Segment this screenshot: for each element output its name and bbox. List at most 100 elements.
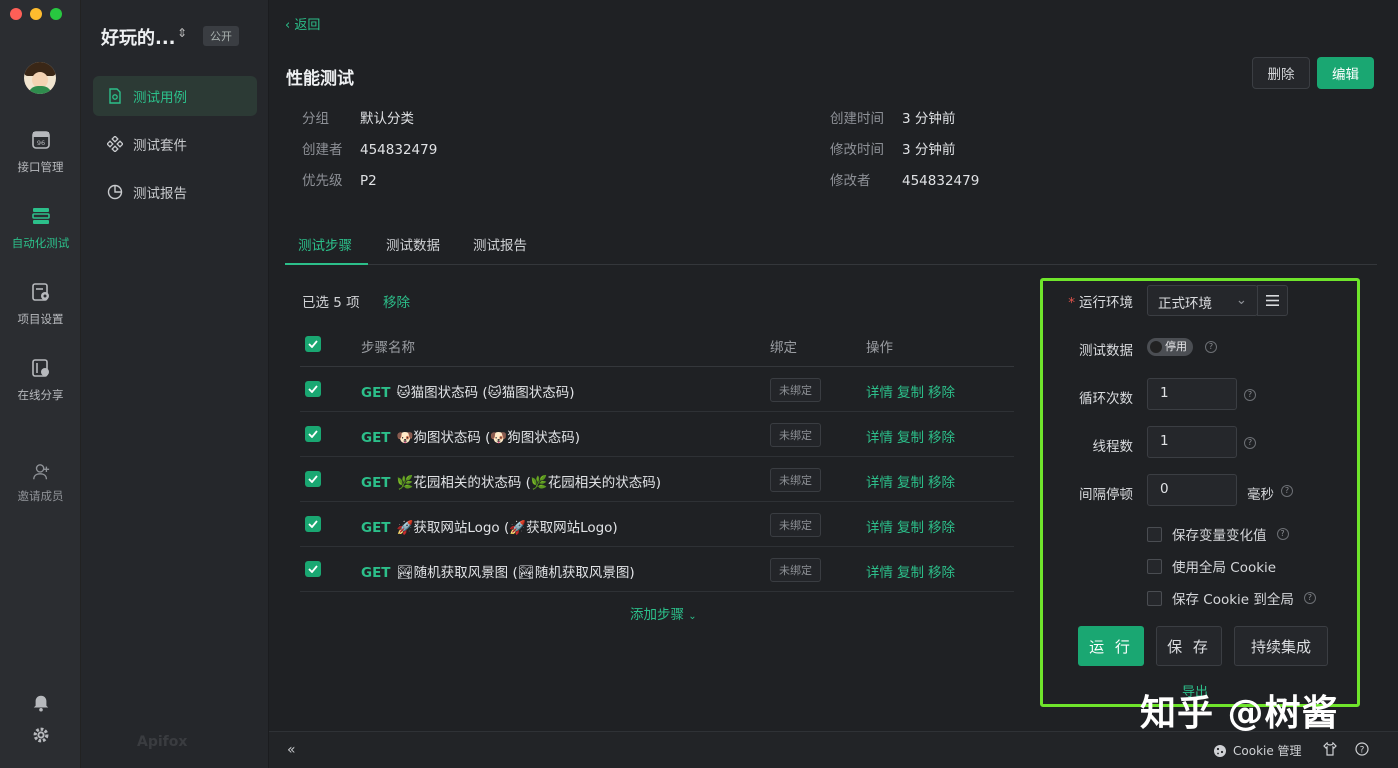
tab-test-data[interactable]: 测试数据 [386,234,440,254]
step-name[interactable]: GET 🌿花园相关的状态码 (🌿花园相关的状态码) [361,471,661,491]
meta-value: 默认分类 [360,111,414,127]
column-header-bind: 绑定 [770,340,797,356]
step-label: 🚀获取网站Logo (🚀获取网站Logo) [396,520,618,536]
copy-link[interactable]: 复制 [897,430,924,446]
sidebar-item-test-cases[interactable]: 测试用例 [93,76,257,116]
back-link[interactable]: ‹ 返回 [285,14,320,33]
step-name[interactable]: GET 🚀获取网站Logo (🚀获取网站Logo) [361,516,618,536]
table-header: 步骤名称 绑定 操作 [300,322,1014,367]
help-circle-icon[interactable]: ? [1355,742,1369,760]
test-data-toggle[interactable]: 停用 [1147,338,1193,356]
loops-input[interactable]: 1 [1147,378,1237,410]
table-row[interactable]: GET 🚀获取网站Logo (🚀获取网站Logo) 未绑定 详情 复制 移除 [300,502,1014,547]
rail-item-invite[interactable]: 邀请成员 [0,463,81,504]
ci-button[interactable]: 持续集成 [1234,626,1328,666]
bind-status-tag: 未绑定 [770,423,821,447]
tab-test-report[interactable]: 测试报告 [473,234,527,254]
rail-item-api[interactable]: 96 接口管理 [0,130,81,175]
tab-test-steps[interactable]: 测试步骤 [298,234,352,254]
remove-link[interactable]: 移除 [928,385,955,401]
double-chevron-left-icon: « [287,742,296,758]
collapse-sidebar-button[interactable]: « [287,742,296,758]
notification-button[interactable] [0,694,81,716]
step-label: 🌿花园相关的状态码 (🌿花园相关的状态码) [396,475,661,491]
project-title[interactable]: 好玩的... [101,24,176,50]
help-icon[interactable]: ? [1303,592,1316,604]
invite-user-icon [32,464,49,480]
remove-link[interactable]: 移除 [928,475,955,491]
help-icon[interactable]: ? [1244,389,1256,401]
env-select[interactable]: 正式环境 ⌄ [1147,285,1258,316]
table-row[interactable]: GET 🐶狗图状态码 (🐶狗图状态码) 未绑定 详情 复制 移除 [300,412,1014,457]
settings-button[interactable] [0,726,81,748]
tshirt-icon[interactable] [1323,741,1337,760]
copy-link[interactable]: 复制 [897,475,924,491]
rail-item-project-settings[interactable]: 项目设置 [0,282,81,327]
threads-input[interactable]: 1 [1147,426,1237,458]
detail-link[interactable]: 详情 [866,565,893,581]
table-row[interactable]: GET 🌿花园相关的状态码 (🌿花园相关的状态码) 未绑定 详情 复制 移除 [300,457,1014,502]
cookie-manager-button[interactable]: Cookie 管理 [1213,742,1302,759]
svg-text:?: ? [1360,746,1365,756]
pie-chart-icon [107,184,123,200]
check-icon [308,340,318,348]
remove-link[interactable]: 移除 [928,520,955,536]
delete-button[interactable]: 删除 [1252,57,1310,89]
detail-link[interactable]: 详情 [866,385,893,401]
project-switch-icon[interactable]: ⇕ [177,26,187,40]
sidebar-item-test-reports[interactable]: 测试报告 [93,172,257,212]
help-icon[interactable]: ? [1244,437,1256,449]
minimize-window-button[interactable] [30,8,42,20]
sidebar-item-test-suites[interactable]: 测试套件 [93,124,257,164]
row-checkbox[interactable] [305,561,321,577]
step-name[interactable]: GET 🐱猫图状态码 (🐱猫图状态码) [361,381,575,401]
checkbox-label: 使用全局 Cookie [1172,560,1277,576]
help-icon[interactable]: ? [1281,485,1293,497]
table-row[interactable]: GET 🏞随机获取风景图 (🏞随机获取风景图) 未绑定 详情 复制 移除 [300,547,1014,592]
copy-link[interactable]: 复制 [897,565,924,581]
meta-value: 454832479 [360,142,438,158]
share-icon [31,359,49,377]
meta-key: 创建者 [302,142,343,158]
table-row[interactable]: GET 🐱猫图状态码 (🐱猫图状态码) 未绑定 详情 复制 移除 [300,367,1014,412]
help-icon[interactable]: ? [1205,341,1217,353]
save-cookie-checkbox[interactable]: 保存 Cookie 到全局? [1147,588,1316,608]
close-window-button[interactable] [10,8,22,20]
row-checkbox[interactable] [305,516,321,532]
chevron-left-icon: ‹ [285,18,295,33]
select-all-checkbox[interactable] [305,336,321,352]
step-label: 🐶狗图状态码 (🐶狗图状态码) [396,430,580,446]
add-step-button[interactable]: 添加步骤 ⌄ [630,603,697,623]
save-button[interactable]: 保 存 [1156,626,1222,666]
rail-item-automation[interactable]: 自动化测试 [0,206,81,251]
check-icon [308,430,318,438]
copy-link[interactable]: 复制 [897,385,924,401]
rail-item-label: 项目设置 [17,312,64,326]
row-actions: 详情 复制 移除 [866,471,959,491]
checkbox-box [1147,526,1162,542]
row-checkbox[interactable] [305,471,321,487]
save-vars-checkbox[interactable]: 保存变量变化值? [1147,524,1289,544]
avatar[interactable] [24,62,56,94]
remove-link[interactable]: 移除 [928,565,955,581]
window-controls [10,8,62,20]
global-cookie-checkbox[interactable]: 使用全局 Cookie [1147,556,1276,576]
env-manage-button[interactable] [1257,285,1288,316]
detail-link[interactable]: 详情 [866,475,893,491]
interval-input[interactable]: 0 [1147,474,1237,506]
run-button[interactable]: 运 行 [1078,626,1144,666]
remove-link[interactable]: 移除 [928,430,955,446]
remove-selected-link[interactable]: 移除 [383,291,410,311]
step-name[interactable]: GET 🐶狗图状态码 (🐶狗图状态码) [361,426,580,446]
row-checkbox[interactable] [305,426,321,442]
help-icon[interactable]: ? [1276,528,1289,540]
detail-link[interactable]: 详情 [866,430,893,446]
edit-button[interactable]: 编辑 [1317,57,1374,89]
maximize-window-button[interactable] [50,8,62,20]
tab-bar: 测试步骤 测试数据 测试报告 [285,228,1377,265]
row-checkbox[interactable] [305,381,321,397]
detail-link[interactable]: 详情 [866,520,893,536]
copy-link[interactable]: 复制 [897,520,924,536]
step-name[interactable]: GET 🏞随机获取风景图 (🏞随机获取风景图) [361,561,635,581]
rail-item-share[interactable]: 在线分享 [0,358,81,403]
